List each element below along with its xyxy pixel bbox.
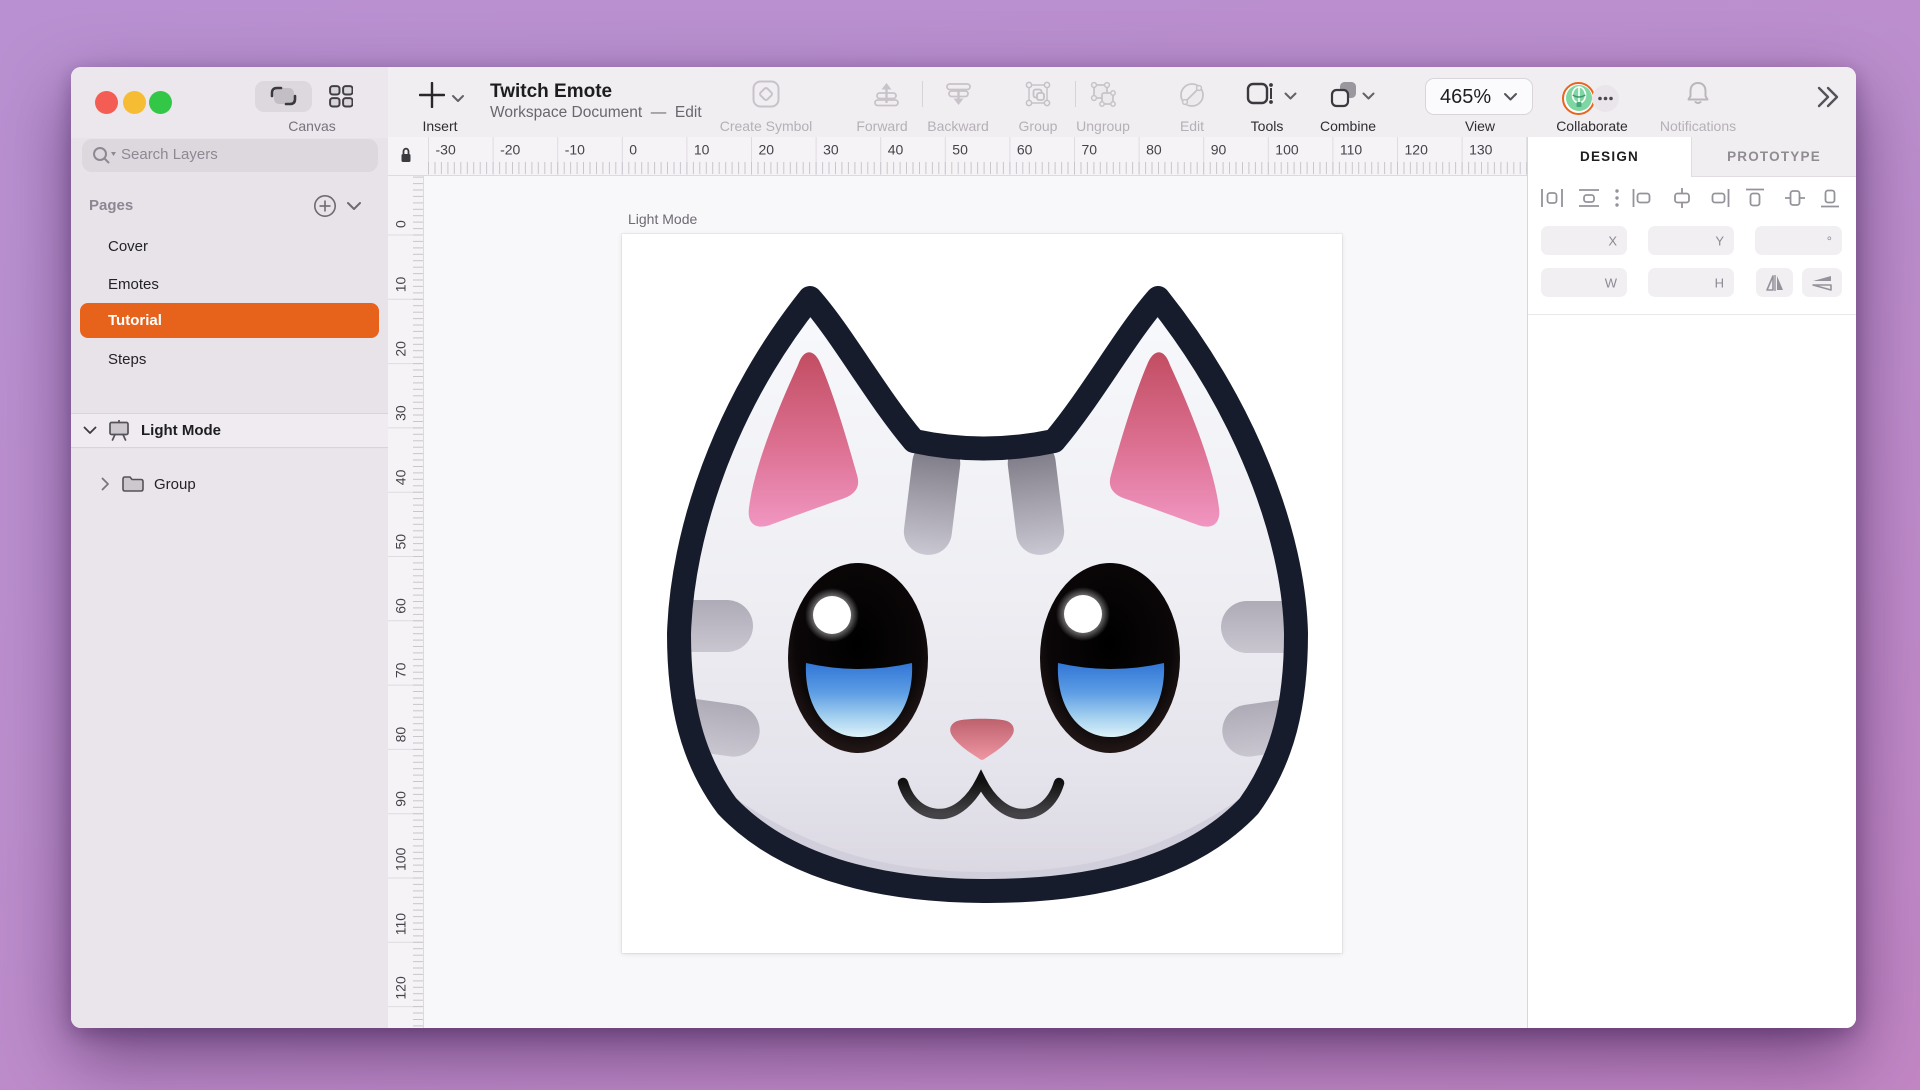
svg-text:20: 20 (393, 341, 409, 357)
svg-text:50: 50 (393, 534, 409, 550)
svg-text:110: 110 (1340, 142, 1363, 158)
svg-text:130: 130 (1469, 142, 1493, 158)
svg-text:30: 30 (393, 405, 409, 421)
svg-text:60: 60 (393, 598, 409, 614)
svg-text:70: 70 (1082, 142, 1098, 158)
svg-text:-30: -30 (436, 142, 456, 158)
svg-text:70: 70 (393, 662, 409, 678)
svg-text:30: 30 (823, 142, 839, 158)
svg-text:90: 90 (1211, 142, 1227, 158)
svg-text:110: 110 (393, 913, 409, 936)
svg-text:-10: -10 (565, 142, 585, 158)
svg-text:50: 50 (952, 142, 968, 158)
svg-text:40: 40 (393, 469, 409, 485)
svg-text:-20: -20 (500, 142, 520, 158)
svg-text:10: 10 (393, 277, 409, 293)
svg-text:0: 0 (393, 220, 409, 228)
svg-text:100: 100 (1275, 142, 1299, 158)
svg-text:20: 20 (759, 142, 775, 158)
svg-text:40: 40 (888, 142, 904, 158)
svg-text:60: 60 (1017, 142, 1033, 158)
svg-text:120: 120 (1405, 142, 1429, 158)
svg-text:10: 10 (694, 142, 710, 158)
svg-text:80: 80 (393, 727, 409, 743)
svg-text:80: 80 (1146, 142, 1162, 158)
svg-text:120: 120 (393, 976, 409, 1000)
svg-text:100: 100 (393, 847, 409, 871)
svg-text:0: 0 (629, 142, 637, 158)
svg-text:90: 90 (393, 791, 409, 807)
